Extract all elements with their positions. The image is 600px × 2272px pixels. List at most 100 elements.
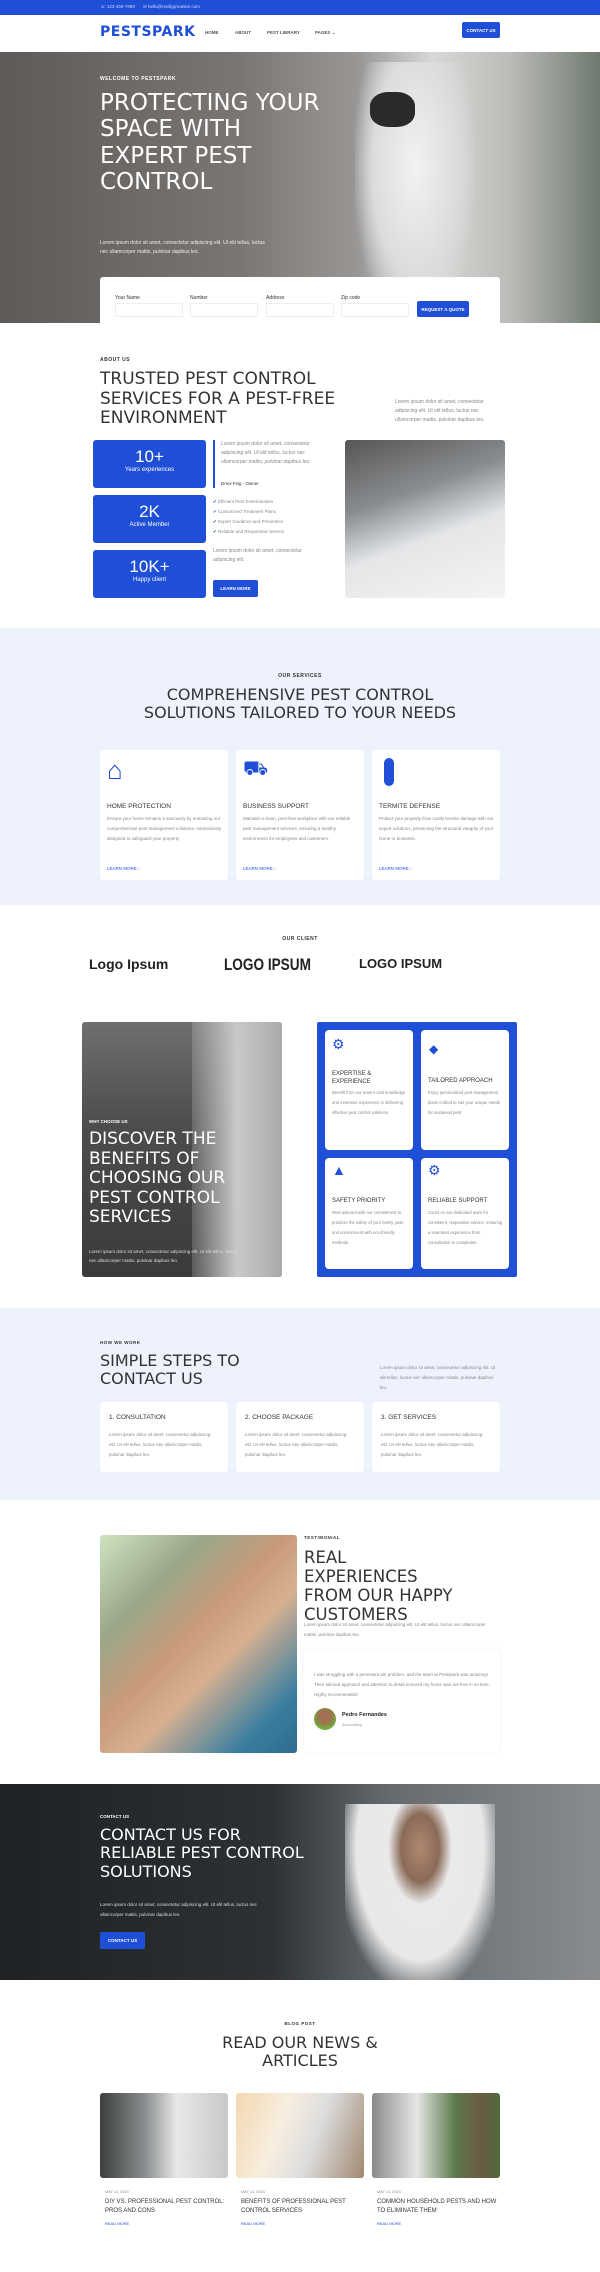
about-eyebrow: ABOUT US (100, 357, 131, 363)
phone-text[interactable]: ☏ 123-456-7890 (100, 4, 135, 10)
check-item: ✔ Customized Treatment Plans (213, 509, 276, 514)
services-section: OUR SERVICES COMPREHENSIVE PEST CONTROL … (0, 628, 600, 905)
stat-value: 10K+ (129, 557, 170, 576)
reviewer-role: Accounting (342, 1722, 362, 1727)
blog-image (372, 2093, 500, 2178)
why-eyebrow: WHY CHOOSE US (89, 1119, 128, 1124)
check-icon: ✔ (213, 529, 217, 534)
feature-title: EXPERTISE & EXPERIENCE (332, 1071, 372, 1085)
blog-date: MAY 14, 2024 (377, 2190, 401, 2194)
step-card: 2. CHOOSE PACKAGE Lorem ipsum dolor sit a… (236, 1402, 364, 1472)
stat-years: 10+ Years experiences (93, 440, 206, 488)
feature-title: RELIABLE SUPPORT (428, 1198, 488, 1204)
navbar: PESTSPARK HOME ABOUT PEST LIBRARY PAGES … (0, 15, 600, 52)
contact-section: CONTACT US CONTACT US FOR RELIABLE PEST … (0, 1784, 600, 1980)
about-quote: Lorem ipsum dolor sit amet, consectetur … (221, 441, 311, 465)
feature-text: Count on our dedicated team for consiste… (428, 1210, 503, 1245)
service-learn-more-link[interactable]: LEARN MORE › (107, 866, 140, 871)
service-learn-more-link[interactable]: LEARN MORE › (243, 866, 276, 871)
feature-card: ▲ SAFETY PRIORITY Rest assured with our … (325, 1158, 413, 1269)
top-bar: ☏ 123-456-7890 ✉ hello@reallygreatsite.c… (0, 0, 600, 15)
feature-title: SAFETY PRIORITY (332, 1198, 386, 1204)
chevron-right-icon: › (410, 866, 412, 871)
hero-title: PROTECTING YOUR SPACE WITH EXPERT PEST C… (100, 90, 320, 196)
nav-pest-library[interactable]: PEST LIBRARY (267, 30, 300, 35)
house-search-icon: ⌂ (107, 755, 123, 785)
testimonial-title: REAL EXPERIENCES FROM OUR HAPPY CUSTOMER… (304, 1548, 453, 1624)
learn-more-button[interactable]: LEARN MORE (213, 580, 258, 597)
check-item: ✔ Efficient Pest Extermination (213, 499, 273, 504)
contact-us-cta-button[interactable]: CONTACT US (100, 1932, 145, 1949)
stat-label: Active Member (129, 522, 170, 528)
nav-home[interactable]: HOME (205, 30, 219, 35)
step-title: 3. GET SERVICES (381, 1414, 437, 1421)
feature-card: ⚙ EXPERTISE & EXPERIENCE Benefit from ou… (325, 1030, 413, 1150)
contact-text: Lorem ipsum dolor sit amet, consectetur … (100, 1902, 257, 1917)
client-logo: LOGO IPSUM (224, 955, 311, 974)
name-input[interactable] (115, 303, 183, 317)
testimonial-image (100, 1535, 297, 1753)
service-text: Protect your property from costly termit… (379, 816, 494, 841)
feature-card: ⚙ RELIABLE SUPPORT Count on our dedicate… (421, 1158, 509, 1269)
steps-eyebrow: HOW WE WORK (100, 1340, 141, 1345)
zip-select[interactable] (341, 303, 409, 317)
step-text: Lorem ipsum dolor sit amet, consectetur … (245, 1432, 347, 1457)
blog-post-title[interactable]: BENEFITS OF PROFESSIONAL PEST CONTROL SE… (241, 2198, 361, 2216)
services-title: COMPREHENSIVE PEST CONTROL SOLUTIONS TAI… (143, 685, 457, 723)
why-text: Lorem ipsum dolor sit amet, consectetur … (89, 1249, 238, 1263)
badge-icon: ⚙ (332, 1036, 345, 1052)
step-text: Lorem ipsum dolor sit amet, consectetur … (109, 1432, 211, 1457)
blog-title: READ OUR NEWS & ARTICLES (222, 2033, 378, 2071)
safety-hand-icon: ▲ (332, 1162, 346, 1178)
feature-text: Rest assured with our commitment to prio… (332, 1210, 405, 1245)
contact-us-button[interactable]: CONTACT US (462, 22, 500, 38)
checklist: ✔ Efficient Pest Extermination ✔ Customi… (213, 497, 284, 537)
reviewer-name: Pedro Fernandes (342, 1712, 387, 1718)
hero-section: WELCOME TO PESTSPARK PROTECTING YOUR SPA… (0, 52, 600, 337)
number-input[interactable] (190, 303, 258, 317)
quote-form: Your Name Number Address Zip code REQUES… (100, 277, 500, 337)
why-image: WHY CHOOSE US DISCOVER THE BENEFITS OF C… (82, 1022, 282, 1277)
blog-post-title[interactable]: DIY VS. PROFESSIONAL PEST CONTROL: PROS … (105, 2198, 225, 2216)
read-more-link[interactable]: READ MORE (377, 2221, 401, 2226)
blog-card[interactable]: MAY 14, 2024 DIY VS. PROFESSIONAL PEST C… (100, 2093, 228, 2272)
testimonial-card: I was struggling with a persistent ant p… (304, 1650, 500, 1753)
blog-image (236, 2093, 364, 2178)
gas-mask-image (370, 92, 415, 127)
chevron-right-icon: › (138, 866, 140, 871)
feature-text: Benefit from our team's vast knowledge a… (332, 1090, 406, 1115)
avatar (314, 1708, 336, 1730)
blog-card[interactable]: MAY 14, 2024 COMMON HOUSEHOLD PESTS AND … (372, 2093, 500, 2272)
hero-eyebrow: WELCOME TO PESTSPARK (100, 76, 176, 82)
about-title: TRUSTED PEST CONTROL SERVICES FOR A PEST… (100, 369, 336, 429)
nav-about[interactable]: ABOUT (235, 30, 251, 35)
read-more-link[interactable]: READ MORE (241, 2221, 265, 2226)
logo[interactable]: PESTSPARK (100, 24, 195, 40)
address-label: Address (266, 295, 285, 301)
request-quote-button[interactable]: REQUEST A QUOTE (417, 301, 469, 317)
service-learn-more-link[interactable]: LEARN MORE › (379, 866, 412, 871)
check-icon: ✔ (213, 499, 217, 504)
blog-date: MAY 14, 2024 (105, 2190, 129, 2194)
stat-value: 10+ (135, 447, 164, 466)
testimonial-eyebrow: TESTIMONIAL (304, 1535, 340, 1540)
nav-pages[interactable]: PAGES ⌄ (315, 30, 335, 36)
email-text[interactable]: ✉ hello@reallygreatsite.com (143, 4, 200, 10)
services-eyebrow: OUR SERVICES (278, 673, 322, 679)
about-side-text: Lorem ipsum dolor sit amet, consectetur … (395, 399, 485, 423)
stat-value: 2K (139, 502, 160, 521)
address-input[interactable] (266, 303, 334, 317)
step-text: Lorem ipsum dolor sit amet, consectetur … (381, 1432, 483, 1457)
stat-label: Happy client (132, 577, 167, 583)
quote-bar (213, 440, 215, 488)
step-card: 1. CONSULTATION Lorem ipsum dolor sit ame… (100, 1402, 228, 1472)
step-title: 1. CONSULTATION (109, 1414, 166, 1421)
blog-eyebrow: BLOG POST (284, 2021, 316, 2026)
blog-card[interactable]: MAY 14, 2024 BENEFITS OF PROFESSIONAL PE… (236, 2093, 364, 2272)
zip-label: Zip code (341, 295, 361, 301)
blog-post-title[interactable]: COMMON HOUSEHOLD PESTS AND HOW TO ELIMIN… (377, 2198, 497, 2216)
read-more-link[interactable]: READ MORE (105, 2221, 129, 2226)
contact-eyebrow: CONTACT US (100, 1814, 130, 1819)
service-card: TERMITE DEFENSE Protect your property fr… (372, 750, 500, 880)
check-item: ✔ Expert Guidance and Prevention (213, 519, 284, 524)
